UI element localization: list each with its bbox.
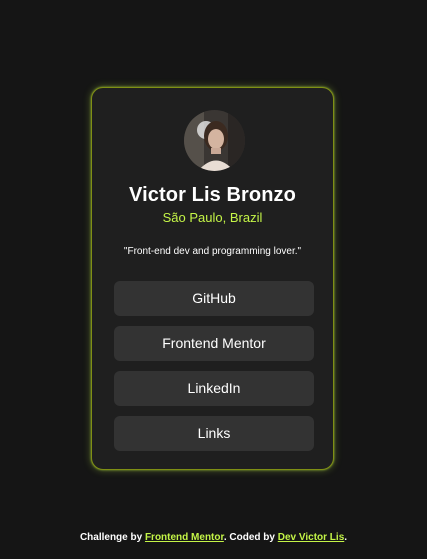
github-link-button[interactable]: GitHub xyxy=(114,281,314,316)
author-attribution-link[interactable]: Dev Victor Lis xyxy=(278,532,345,543)
social-links: GitHub Frontend Mentor LinkedIn Links xyxy=(114,281,314,461)
frontend-mentor-link-button[interactable]: Frontend Mentor xyxy=(114,326,314,361)
attribution: Challenge by Frontend Mentor. Coded by D… xyxy=(0,532,427,543)
frontend-mentor-attribution-link[interactable]: Frontend Mentor xyxy=(145,532,224,543)
linkedin-link-button[interactable]: LinkedIn xyxy=(114,371,314,406)
profile-card: Victor Lis Bronzo São Paulo, Brazil "Fro… xyxy=(91,87,334,470)
profile-location: São Paulo, Brazil xyxy=(162,210,263,225)
attribution-suffix: . xyxy=(344,532,348,543)
links-link-button[interactable]: Links xyxy=(114,416,314,451)
attribution-prefix: Challenge by xyxy=(79,532,145,543)
profile-name: Victor Lis Bronzo xyxy=(129,184,296,206)
avatar-photo xyxy=(184,110,245,171)
profile-bio: "Front-end dev and programming lover." xyxy=(123,246,302,257)
avatar xyxy=(184,110,245,171)
attribution-middle: . Coded by xyxy=(223,532,278,543)
